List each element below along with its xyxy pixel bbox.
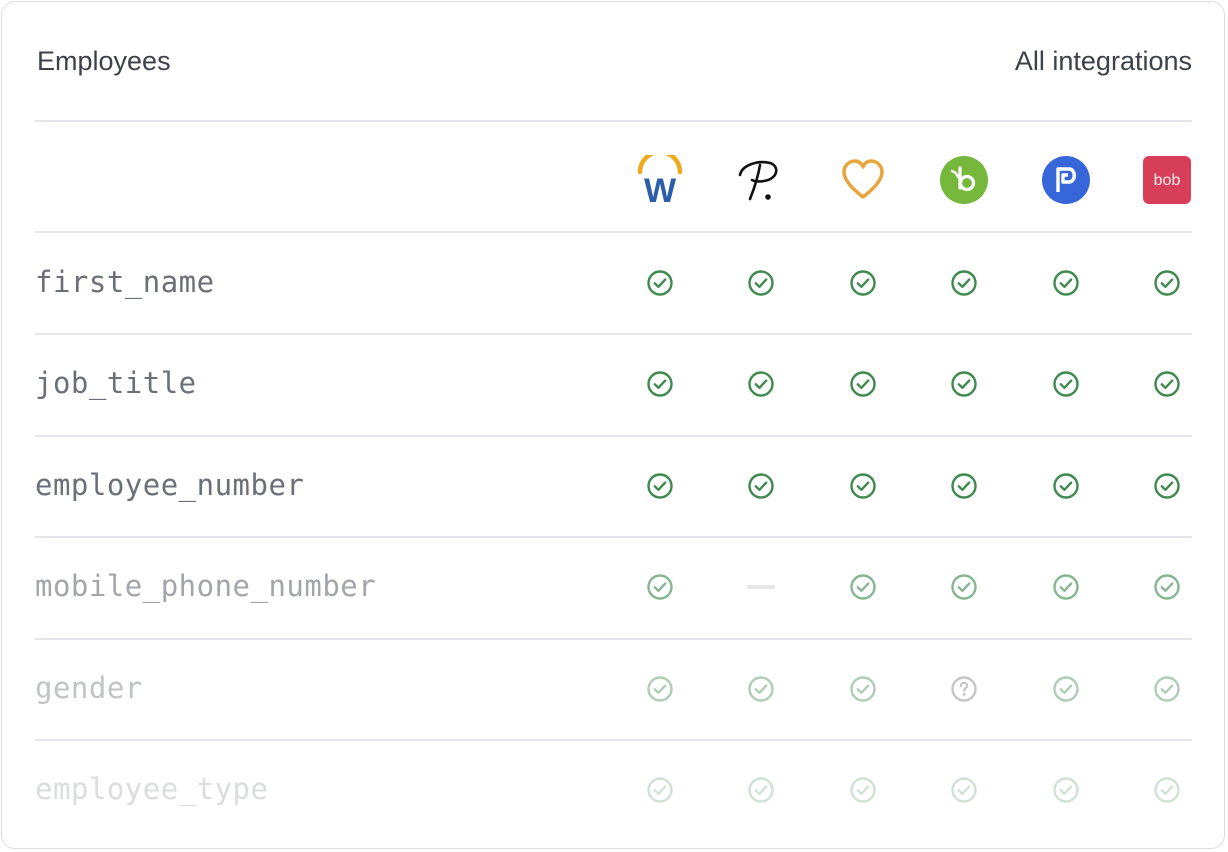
bamboohr-logo-icon [939,155,989,205]
header-divider [35,120,1192,122]
paylocity-logo-icon [1041,155,1091,205]
table-row: gender [0,639,1228,739]
table-row: first_name [0,233,1228,333]
check-circle-icon [1153,269,1181,297]
row-divider [35,435,1192,437]
bob-logo-icon: bob [1142,155,1192,205]
all-integrations-link[interactable]: All integrations [1015,46,1192,77]
check-circle-icon [747,472,775,500]
check-circle-icon [1052,776,1080,804]
check-circle-icon [1153,776,1181,804]
check-circle-icon [646,675,674,703]
field-name: gender [35,671,143,705]
check-circle-icon [747,776,775,804]
check-circle-icon [849,472,877,500]
check-circle-icon [950,573,978,601]
check-circle-icon [747,675,775,703]
field-name: employee_number [35,468,305,502]
check-circle-icon [1153,675,1181,703]
check-circle-icon [849,370,877,398]
check-circle-icon [1052,573,1080,601]
check-circle-icon [950,370,978,398]
field-name: employee_type [35,772,269,806]
check-circle-icon [747,370,775,398]
field-name: first_name [35,265,215,299]
check-circle-icon [1153,573,1181,601]
row-divider [35,333,1192,335]
question-circle-icon [950,675,978,703]
table-row: employee_number [0,436,1228,536]
table-row: job_title [0,334,1228,434]
check-circle-icon [646,472,674,500]
check-circle-icon [1153,370,1181,398]
not-supported-dash-icon [747,573,775,601]
bob-logo-text: bob [1154,172,1181,189]
check-circle-icon [950,472,978,500]
check-circle-icon [1153,472,1181,500]
check-circle-icon [646,370,674,398]
card-title: Employees [37,46,171,76]
personio-logo-icon [736,155,786,205]
svg-text:W: W [644,172,677,205]
field-name: job_title [35,366,197,400]
row-divider [35,739,1192,741]
check-circle-icon [849,675,877,703]
check-circle-icon [849,269,877,297]
table-row: employee_type [0,740,1228,840]
check-circle-icon [849,573,877,601]
heart-logo-icon [838,155,888,205]
check-circle-icon [646,269,674,297]
field-name: mobile_phone_number [35,569,377,603]
check-circle-icon [1052,370,1080,398]
workday-logo-icon: W [635,155,685,205]
check-circle-icon [849,776,877,804]
row-divider [35,536,1192,538]
check-circle-icon [1052,269,1080,297]
check-circle-icon [646,573,674,601]
check-circle-icon [747,269,775,297]
check-circle-icon [950,269,978,297]
check-circle-icon [1052,675,1080,703]
check-circle-icon [950,776,978,804]
check-circle-icon [646,776,674,804]
check-circle-icon [1052,472,1080,500]
table-row: mobile_phone_number [0,537,1228,637]
row-divider [35,638,1192,640]
